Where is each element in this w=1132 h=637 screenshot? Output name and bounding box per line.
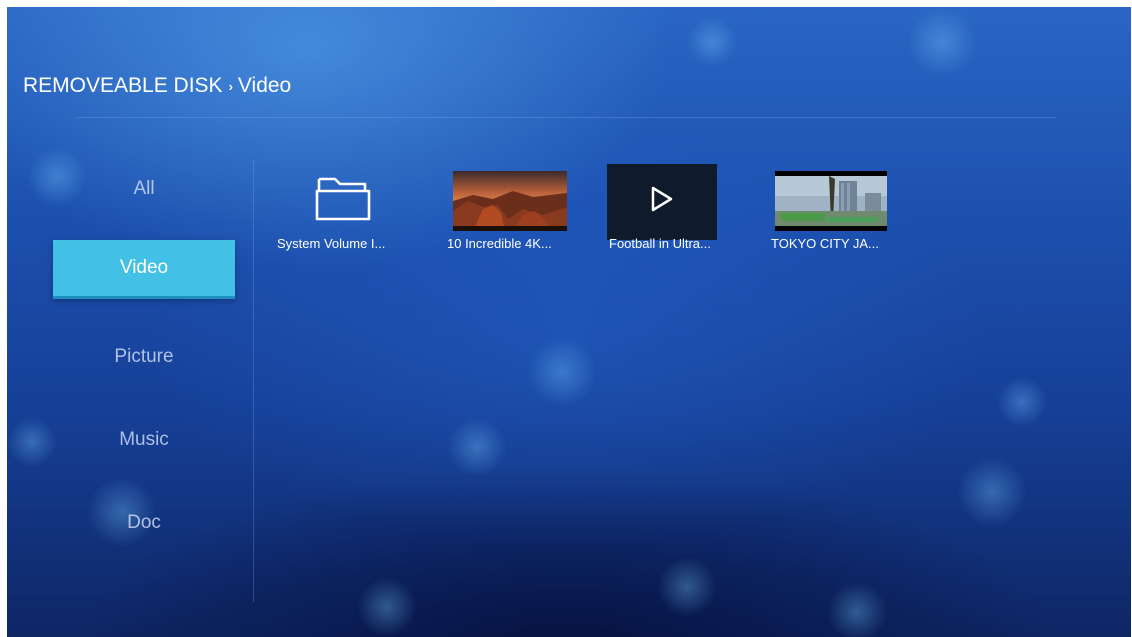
file-tile-label: 10 Incredible 4K... [447, 236, 552, 251]
sidebar-divider [253, 160, 254, 602]
breadcrumb-current: Video [237, 74, 292, 97]
file-tile-video[interactable]: TOKYO CITY JA... [755, 157, 895, 267]
video-thumbnail [775, 171, 887, 231]
bokeh-light [997, 377, 1047, 427]
sidebar-item-video[interactable]: Video [53, 240, 235, 299]
sidebar-item-label: Picture [114, 346, 174, 367]
file-tile-video[interactable]: 10 Incredible 4K... [435, 157, 575, 267]
folder-icon [313, 169, 373, 221]
file-tile-video[interactable]: Football in Ultra... [595, 157, 735, 267]
bokeh-light [687, 17, 737, 67]
sidebar-item-label: Doc [127, 512, 161, 533]
sidebar-item-doc[interactable]: Doc [53, 495, 235, 551]
file-browser-screen: REMOVEABLE DISK › Video All Video Pictur… [7, 7, 1131, 637]
bokeh-light [357, 577, 417, 637]
bokeh-light [957, 457, 1027, 527]
sidebar-item-label: Video [119, 257, 169, 278]
file-tile-label: Football in Ultra... [609, 236, 711, 251]
sidebar-item-music[interactable]: Music [53, 412, 235, 468]
video-thumbnail [453, 171, 567, 231]
sidebar-item-label: Music [119, 429, 169, 450]
bokeh-light [7, 417, 57, 467]
breadcrumb-root[interactable]: REMOVEABLE DISK [23, 74, 223, 98]
breadcrumb-separator-icon: › [228, 78, 233, 94]
bokeh-light [907, 7, 977, 77]
sidebar-item-label: All [133, 178, 155, 199]
bokeh-light [447, 417, 507, 477]
video-thumbnail [607, 164, 717, 240]
sidebar-item-picture[interactable]: Picture [53, 329, 235, 385]
sidebar-item-all[interactable]: All [53, 161, 235, 217]
file-tile-folder[interactable]: System Volume I... [275, 157, 415, 267]
bokeh-light [527, 337, 597, 407]
file-tile-label: TOKYO CITY JA... [771, 236, 879, 251]
header-divider [77, 117, 1057, 118]
file-tile-label: System Volume I... [277, 236, 386, 251]
bokeh-light [827, 582, 887, 637]
breadcrumb: REMOVEABLE DISK › Video [23, 71, 291, 101]
play-icon [651, 186, 673, 212]
bokeh-light [657, 557, 717, 617]
